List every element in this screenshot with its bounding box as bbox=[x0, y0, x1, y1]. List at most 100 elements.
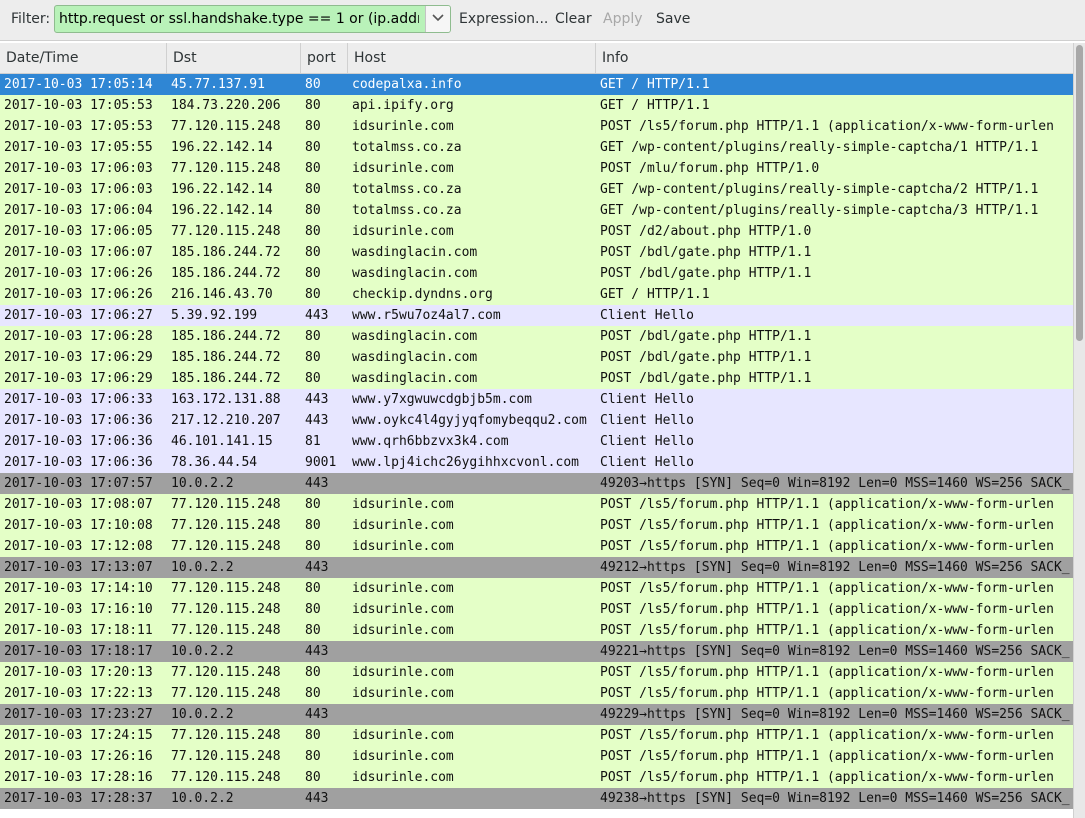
host-cell bbox=[352, 788, 596, 809]
datetime-cell: 2017-10-03 17:16:10 bbox=[4, 602, 153, 617]
packet-row[interactable]: 2017-10-03 17:07:57 10.0.2.2 443 49203→http… bbox=[0, 473, 1073, 494]
dst-cell: 77.120.115.248 bbox=[171, 665, 281, 680]
vertical-scrollbar[interactable] bbox=[1073, 43, 1085, 818]
port-cell: 80 bbox=[305, 287, 321, 302]
clear-button[interactable]: Clear bbox=[555, 11, 592, 27]
datetime-cell: 2017-10-03 17:18:17 bbox=[4, 644, 153, 659]
packet-row[interactable]: 2017-10-03 17:05:55 196.22.142.14 80 totalm… bbox=[0, 137, 1073, 158]
packet-row[interactable]: 2017-10-03 17:06:33 163.172.131.88 443 www.… bbox=[0, 389, 1073, 410]
packet-row[interactable]: 2017-10-03 17:08:07 77.120.115.248 80 idsur… bbox=[0, 494, 1073, 515]
dst-cell: 77.120.115.248 bbox=[171, 728, 281, 743]
host-cell: codepalxa.info bbox=[352, 77, 462, 92]
datetime-cell: 2017-10-03 17:05:55 bbox=[4, 140, 153, 155]
packet-row[interactable]: 2017-10-03 17:05:53 77.120.115.248 80 idsur… bbox=[0, 116, 1073, 137]
column-header-port[interactable]: port bbox=[301, 43, 348, 73]
packet-row[interactable]: 2017-10-03 17:06:36 217.12.210.207 443 www.… bbox=[0, 410, 1073, 431]
port-cell: 80 bbox=[305, 161, 321, 176]
host-cell: www.oykc4l4gyjyqfomybeqqu2.com bbox=[352, 413, 587, 428]
column-header-dst[interactable]: Dst bbox=[167, 43, 301, 73]
packet-row[interactable]: 2017-10-03 17:18:11 77.120.115.248 80 idsur… bbox=[0, 620, 1073, 641]
dst-cell: 77.120.115.248 bbox=[171, 518, 281, 533]
packet-row[interactable]: 2017-10-03 17:05:14 45.77.137.91 80 codepal… bbox=[0, 74, 1073, 95]
host-cell: idsurinle.com bbox=[352, 749, 454, 764]
info-cell: POST /ls5/forum.php HTTP/1.1 (applicatio… bbox=[600, 602, 1054, 617]
dst-cell: 185.186.244.72 bbox=[171, 266, 281, 281]
host-cell: idsurinle.com bbox=[352, 224, 454, 239]
packet-row[interactable]: 2017-10-03 17:10:08 77.120.115.248 80 idsur… bbox=[0, 515, 1073, 536]
apply-button[interactable]: Apply bbox=[603, 11, 643, 27]
packet-row[interactable]: 2017-10-03 17:05:53 184.73.220.206 80 api.i… bbox=[0, 95, 1073, 116]
packet-row[interactable]: 2017-10-03 17:06:27 5.39.92.199 443 www.r5w… bbox=[0, 305, 1073, 326]
packet-row[interactable]: 2017-10-03 17:16:10 77.120.115.248 80 idsur… bbox=[0, 599, 1073, 620]
packet-row[interactable]: 2017-10-03 17:06:36 78.36.44.54 9001 www.lp… bbox=[0, 452, 1073, 473]
display-filter-toolbar: Filter: Expression... Clear Apply Save bbox=[0, 0, 1085, 41]
packet-row[interactable]: 2017-10-03 17:28:16 77.120.115.248 80 idsur… bbox=[0, 767, 1073, 788]
packet-row[interactable]: 2017-10-03 17:12:08 77.120.115.248 80 idsur… bbox=[0, 536, 1073, 557]
host-cell: idsurinle.com bbox=[352, 539, 454, 554]
packet-row[interactable]: 2017-10-03 17:06:29 185.186.244.72 80 wasdi… bbox=[0, 368, 1073, 389]
host-cell: idsurinle.com bbox=[352, 602, 454, 617]
dst-cell: 77.120.115.248 bbox=[171, 539, 281, 554]
host-cell: idsurinle.com bbox=[352, 686, 454, 701]
packet-row[interactable]: 2017-10-03 17:06:03 77.120.115.248 80 idsur… bbox=[0, 158, 1073, 179]
info-cell: Client Hello bbox=[600, 434, 694, 449]
info-cell: POST /ls5/forum.php HTTP/1.1 (applicatio… bbox=[600, 119, 1054, 134]
dst-cell: 10.0.2.2 bbox=[171, 476, 234, 491]
packet-row[interactable]: 2017-10-03 17:28:37 10.0.2.2 443 49238→http… bbox=[0, 788, 1073, 809]
packet-row[interactable]: 2017-10-03 17:24:15 77.120.115.248 80 idsur… bbox=[0, 725, 1073, 746]
packet-row[interactable]: 2017-10-03 17:18:17 10.0.2.2 443 49221→http… bbox=[0, 641, 1073, 662]
port-cell: 80 bbox=[305, 182, 321, 197]
dst-cell: 185.186.244.72 bbox=[171, 350, 281, 365]
port-cell: 443 bbox=[305, 791, 329, 806]
display-filter-field[interactable] bbox=[54, 5, 451, 33]
port-cell: 80 bbox=[305, 581, 321, 596]
port-cell: 80 bbox=[305, 266, 321, 281]
info-cell: Client Hello bbox=[600, 413, 694, 428]
packet-row[interactable]: 2017-10-03 17:06:26 185.186.244.72 80 wasdi… bbox=[0, 263, 1073, 284]
packet-row[interactable]: 2017-10-03 17:13:07 10.0.2.2 443 49212→http… bbox=[0, 557, 1073, 578]
column-header-info[interactable]: Info bbox=[596, 43, 1073, 73]
info-cell: POST /ls5/forum.php HTTP/1.1 (applicatio… bbox=[600, 665, 1054, 680]
filter-history-dropdown[interactable] bbox=[425, 6, 450, 32]
packet-row[interactable]: 2017-10-03 17:06:36 46.101.141.15 81 www.qr… bbox=[0, 431, 1073, 452]
info-cell: GET / HTTP/1.1 bbox=[600, 287, 710, 302]
packet-row[interactable]: 2017-10-03 17:06:07 185.186.244.72 80 wasdi… bbox=[0, 242, 1073, 263]
datetime-cell: 2017-10-03 17:07:57 bbox=[4, 476, 153, 491]
packet-row[interactable]: 2017-10-03 17:06:28 185.186.244.72 80 wasdi… bbox=[0, 326, 1073, 347]
packet-row[interactable]: 2017-10-03 17:06:05 77.120.115.248 80 idsur… bbox=[0, 221, 1073, 242]
info-cell: POST /bdl/gate.php HTTP/1.1 bbox=[600, 245, 812, 260]
host-cell: www.y7xgwuwcdgbjb5m.com bbox=[352, 392, 533, 407]
packet-row[interactable]: 2017-10-03 17:20:13 77.120.115.248 80 idsur… bbox=[0, 662, 1073, 683]
datetime-cell: 2017-10-03 17:08:07 bbox=[4, 497, 153, 512]
packet-row[interactable]: 2017-10-03 17:06:03 196.22.142.14 80 totalm… bbox=[0, 179, 1073, 200]
column-header-host[interactable]: Host bbox=[348, 43, 596, 73]
packet-row[interactable]: 2017-10-03 17:26:16 77.120.115.248 80 idsur… bbox=[0, 746, 1073, 767]
host-cell bbox=[352, 641, 596, 662]
port-cell: 443 bbox=[305, 392, 329, 407]
datetime-cell: 2017-10-03 17:06:04 bbox=[4, 203, 153, 218]
info-cell: Client Hello bbox=[600, 308, 694, 323]
column-header-datetime[interactable]: Date/Time bbox=[0, 43, 167, 73]
info-cell: Client Hello bbox=[600, 392, 694, 407]
packet-row[interactable]: 2017-10-03 17:06:04 196.22.142.14 80 totalm… bbox=[0, 200, 1073, 221]
packet-row[interactable]: 2017-10-03 17:06:29 185.186.244.72 80 wasdi… bbox=[0, 347, 1073, 368]
host-cell: idsurinle.com bbox=[352, 665, 454, 680]
packet-row[interactable]: 2017-10-03 17:22:13 77.120.115.248 80 idsur… bbox=[0, 683, 1073, 704]
packet-row[interactable]: 2017-10-03 17:14:10 77.120.115.248 80 idsur… bbox=[0, 578, 1073, 599]
dst-cell: 77.120.115.248 bbox=[171, 581, 281, 596]
datetime-cell: 2017-10-03 17:23:27 bbox=[4, 707, 153, 722]
datetime-cell: 2017-10-03 17:10:08 bbox=[4, 518, 153, 533]
dst-cell: 196.22.142.14 bbox=[171, 182, 273, 197]
scrollbar-thumb[interactable] bbox=[1076, 45, 1083, 341]
info-cell: POST /bdl/gate.php HTTP/1.1 bbox=[600, 350, 812, 365]
expression-button[interactable]: Expression... bbox=[459, 11, 548, 27]
save-button[interactable]: Save bbox=[656, 11, 690, 27]
packet-row[interactable]: 2017-10-03 17:06:26 216.146.43.70 80 checki… bbox=[0, 284, 1073, 305]
port-cell: 80 bbox=[305, 623, 321, 638]
dst-cell: 5.39.92.199 bbox=[171, 308, 258, 323]
info-cell: POST /ls5/forum.php HTTP/1.1 (applicatio… bbox=[600, 728, 1054, 743]
datetime-cell: 2017-10-03 17:20:13 bbox=[4, 665, 153, 680]
display-filter-input[interactable] bbox=[55, 6, 423, 32]
chevron-down-icon bbox=[432, 14, 444, 22]
packet-row[interactable]: 2017-10-03 17:23:27 10.0.2.2 443 49229→http… bbox=[0, 704, 1073, 725]
